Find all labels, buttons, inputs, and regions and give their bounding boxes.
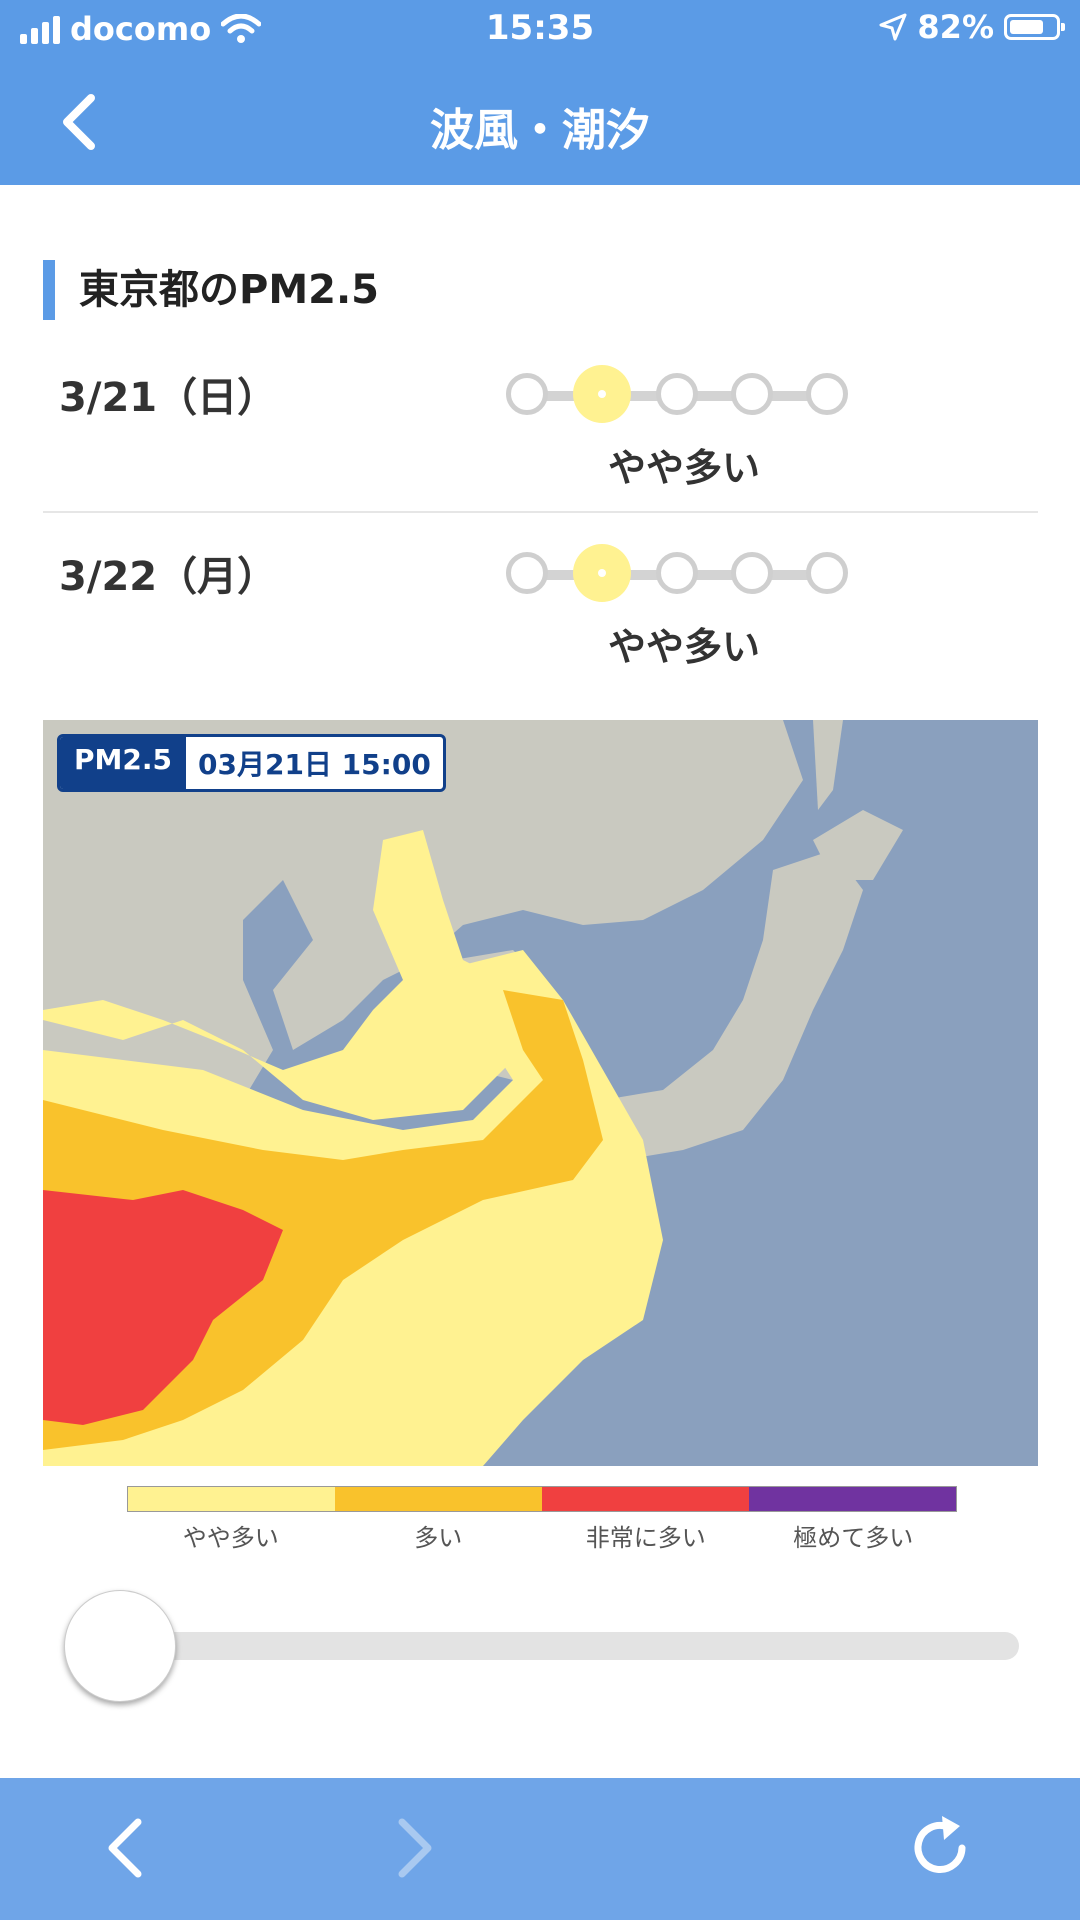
level-dot (656, 552, 698, 594)
map-legend: やや多い 多い 非常に多い 極めて多い (127, 1486, 957, 1553)
legend-label: 極めて多い (793, 1524, 914, 1552)
level-dot (656, 373, 698, 415)
chevron-right-icon (398, 1818, 432, 1878)
legend-label: 多い (414, 1524, 463, 1552)
page-title: 波風・潮汐 (430, 105, 650, 156)
time-slider[interactable] (64, 1590, 1019, 1702)
map-badge-time: 03月21日 15:00 (198, 748, 431, 781)
forecast-level-label: やや多い (608, 625, 761, 669)
legend-label: 非常に多い (585, 1524, 706, 1552)
row-divider (43, 511, 1038, 513)
level-dot (731, 552, 773, 594)
pm25-map-graphic (43, 720, 1038, 1466)
level-dot (506, 373, 548, 415)
reload-icon (914, 1816, 966, 1873)
level-dot (731, 373, 773, 415)
battery-icon (1004, 14, 1065, 40)
legend-color-bar (127, 1486, 957, 1512)
forecast-date: 3/22（月） (59, 554, 278, 600)
nav-header: 波風・潮汐 (0, 60, 1080, 185)
pm25-level-scale (503, 544, 863, 604)
battery-percent: 82% (917, 8, 994, 46)
time-slider-track[interactable] (104, 1632, 1019, 1660)
legend-swatch (749, 1487, 956, 1511)
legend-swatch (128, 1487, 335, 1511)
level-dot (506, 552, 548, 594)
map-badge-label: PM2.5 (60, 737, 186, 789)
forecast-level-label: やや多い (608, 446, 761, 490)
level-dot (806, 552, 848, 594)
legend-swatch (335, 1487, 542, 1511)
reload-button[interactable] (900, 1808, 980, 1888)
level-dot-active (573, 365, 631, 423)
level-dot-active (573, 544, 631, 602)
pm25-level-scale (503, 365, 863, 425)
time-slider-thumb[interactable] (64, 1590, 176, 1702)
pm25-map: PM2.5 03月21日 15:00 (43, 720, 1038, 1466)
level-dot (806, 373, 848, 415)
map-time-badge: PM2.5 03月21日 15:00 (57, 734, 446, 792)
legend-swatch (542, 1487, 749, 1511)
location-arrow-icon (879, 13, 907, 41)
status-bar: docomo 15:35 82% (0, 0, 1080, 60)
chevron-left-icon (108, 1818, 142, 1878)
browser-back-button[interactable] (85, 1808, 165, 1888)
bottom-toolbar (0, 1778, 1080, 1920)
browser-forward-button[interactable] (375, 1808, 455, 1888)
legend-label: やや多い (182, 1524, 279, 1552)
top-bar: docomo 15:35 82% 波風・潮汐 (0, 0, 1080, 185)
forecast-date: 3/21（日） (59, 375, 278, 421)
section-title: 東京都のPM2.5 (43, 260, 379, 320)
status-right: 82% (879, 8, 1065, 46)
